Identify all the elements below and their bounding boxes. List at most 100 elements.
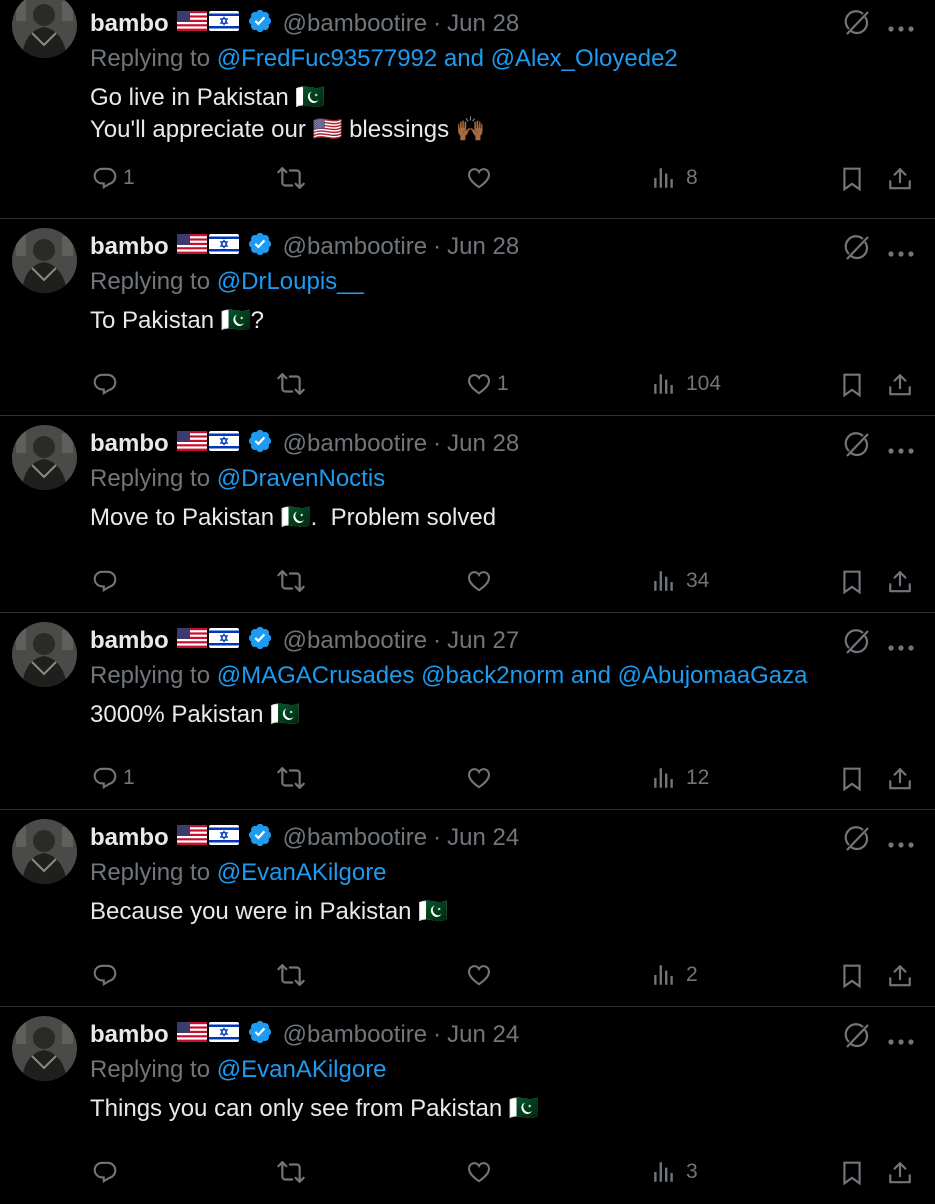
views-button[interactable]: 34 bbox=[652, 568, 709, 594]
like-icon bbox=[465, 568, 493, 594]
replying-to-link[interactable]: @DravenNoctis bbox=[217, 465, 385, 492]
grok-icon[interactable] bbox=[843, 9, 871, 42]
bookmark-button[interactable] bbox=[839, 765, 865, 793]
handle[interactable]: @bambootire bbox=[283, 627, 427, 655]
share-button[interactable] bbox=[887, 371, 913, 399]
grok-icon[interactable] bbox=[843, 1022, 871, 1055]
tweet[interactable]: bambo @bambootire · Jun 28 Replying to @… bbox=[0, 416, 935, 613]
handle[interactable]: @bambootire bbox=[283, 233, 427, 261]
israel-flag-icon bbox=[208, 233, 239, 261]
views-button[interactable]: 8 bbox=[652, 165, 698, 191]
verified-badge-icon[interactable] bbox=[247, 8, 273, 41]
tweet-date[interactable]: Jun 27 bbox=[447, 627, 519, 655]
tweet-date[interactable]: Jun 24 bbox=[447, 824, 519, 852]
tweet-date[interactable]: Jun 28 bbox=[447, 10, 519, 38]
us-flag-icon bbox=[176, 1021, 207, 1049]
grok-icon[interactable] bbox=[843, 825, 871, 858]
replying-to-link[interactable]: @EvanAKilgore bbox=[217, 1056, 387, 1083]
tweet-date[interactable]: Jun 24 bbox=[447, 1021, 519, 1049]
bookmark-button[interactable] bbox=[839, 1159, 865, 1187]
tweet-date[interactable]: Jun 28 bbox=[447, 430, 519, 458]
avatar[interactable] bbox=[12, 425, 77, 490]
bookmark-button[interactable] bbox=[839, 962, 865, 990]
retweet-icon bbox=[276, 165, 306, 191]
handle[interactable]: @bambootire bbox=[283, 430, 427, 458]
avatar[interactable] bbox=[12, 0, 77, 58]
display-name[interactable]: bambo bbox=[90, 233, 169, 261]
grok-icon[interactable] bbox=[843, 234, 871, 267]
verified-badge-icon[interactable] bbox=[247, 231, 273, 264]
share-button[interactable] bbox=[887, 962, 913, 990]
verified-badge-icon[interactable] bbox=[247, 428, 273, 461]
like-button[interactable] bbox=[465, 962, 497, 988]
tweet-date[interactable]: Jun 28 bbox=[447, 233, 519, 261]
reply-button[interactable]: 1 bbox=[91, 765, 135, 791]
views-button[interactable]: 2 bbox=[652, 962, 698, 988]
tweet-actions: 1 12 bbox=[0, 765, 935, 799]
reply-button[interactable]: 1 bbox=[91, 165, 135, 191]
retweet-button[interactable] bbox=[276, 962, 306, 988]
bookmark-icon bbox=[839, 371, 865, 399]
tweet[interactable]: bambo @bambootire · Jun 28 Replying to @… bbox=[0, 219, 935, 416]
separator-dot: · bbox=[433, 1021, 442, 1048]
more-icon[interactable] bbox=[888, 1032, 914, 1045]
verified-badge-icon[interactable] bbox=[247, 1019, 273, 1052]
avatar[interactable] bbox=[12, 622, 77, 687]
display-name[interactable]: bambo bbox=[90, 824, 169, 852]
retweet-button[interactable] bbox=[276, 765, 306, 791]
more-icon[interactable] bbox=[888, 244, 914, 257]
more-icon[interactable] bbox=[888, 441, 914, 454]
share-button[interactable] bbox=[887, 568, 913, 596]
display-name[interactable]: bambo bbox=[90, 1021, 169, 1049]
avatar[interactable] bbox=[12, 228, 77, 293]
like-button[interactable] bbox=[465, 765, 497, 791]
retweet-button[interactable] bbox=[276, 568, 306, 594]
bookmark-button[interactable] bbox=[839, 165, 865, 193]
avatar[interactable] bbox=[12, 1016, 77, 1081]
reply-button[interactable] bbox=[91, 371, 123, 397]
verified-badge-icon[interactable] bbox=[247, 822, 273, 855]
reply-button[interactable] bbox=[91, 1159, 123, 1185]
reply-button[interactable] bbox=[91, 962, 123, 988]
retweet-button[interactable] bbox=[276, 1159, 306, 1185]
handle[interactable]: @bambootire bbox=[283, 10, 427, 38]
avatar[interactable] bbox=[12, 819, 77, 884]
views-button[interactable]: 104 bbox=[652, 371, 721, 397]
views-button[interactable]: 12 bbox=[652, 765, 709, 791]
like-button[interactable] bbox=[465, 568, 497, 594]
display-name[interactable]: bambo bbox=[90, 430, 169, 458]
tweet-actions: 3 bbox=[0, 1159, 935, 1193]
replying-to-link[interactable]: @FredFuc93577992 and @Alex_Oloyede2 bbox=[217, 45, 678, 72]
like-button[interactable] bbox=[465, 165, 497, 191]
more-icon[interactable] bbox=[888, 638, 914, 651]
display-name[interactable]: bambo bbox=[90, 10, 169, 38]
replying-to-link[interactable]: @MAGACrusades @back2norm and @AbujomaaGa… bbox=[217, 662, 808, 689]
retweet-button[interactable] bbox=[276, 165, 306, 191]
tweet[interactable]: bambo @bambootire · Jun 24 Replying to @… bbox=[0, 810, 935, 1007]
reply-button[interactable] bbox=[91, 568, 123, 594]
replying-to-link[interactable]: @EvanAKilgore bbox=[217, 859, 387, 886]
share-button[interactable] bbox=[887, 165, 913, 193]
separator-dot: · bbox=[433, 627, 442, 654]
bookmark-button[interactable] bbox=[839, 371, 865, 399]
tweet[interactable]: bambo @bambootire · Jun 24 Replying to @… bbox=[0, 1007, 935, 1204]
verified-badge-icon[interactable] bbox=[247, 625, 273, 658]
more-icon[interactable] bbox=[888, 19, 914, 32]
retweet-button[interactable] bbox=[276, 371, 306, 397]
handle[interactable]: @bambootire bbox=[283, 824, 427, 852]
tweet[interactable]: bambo @bambootire · Jun 28 Replying to @… bbox=[0, 0, 935, 219]
bookmark-button[interactable] bbox=[839, 568, 865, 596]
share-button[interactable] bbox=[887, 1159, 913, 1187]
replying-to-link[interactable]: @DrLoupis__ bbox=[217, 268, 364, 295]
display-name[interactable]: bambo bbox=[90, 627, 169, 655]
grok-icon[interactable] bbox=[843, 431, 871, 464]
grok-icon[interactable] bbox=[843, 628, 871, 661]
like-button[interactable] bbox=[465, 1159, 497, 1185]
like-button[interactable]: 1 bbox=[465, 371, 509, 397]
views-count: 34 bbox=[686, 569, 710, 592]
views-button[interactable]: 3 bbox=[652, 1159, 698, 1185]
more-icon[interactable] bbox=[888, 835, 914, 848]
share-button[interactable] bbox=[887, 765, 913, 793]
handle[interactable]: @bambootire bbox=[283, 1021, 427, 1049]
tweet[interactable]: bambo @bambootire · Jun 27 Replying to @… bbox=[0, 613, 935, 810]
